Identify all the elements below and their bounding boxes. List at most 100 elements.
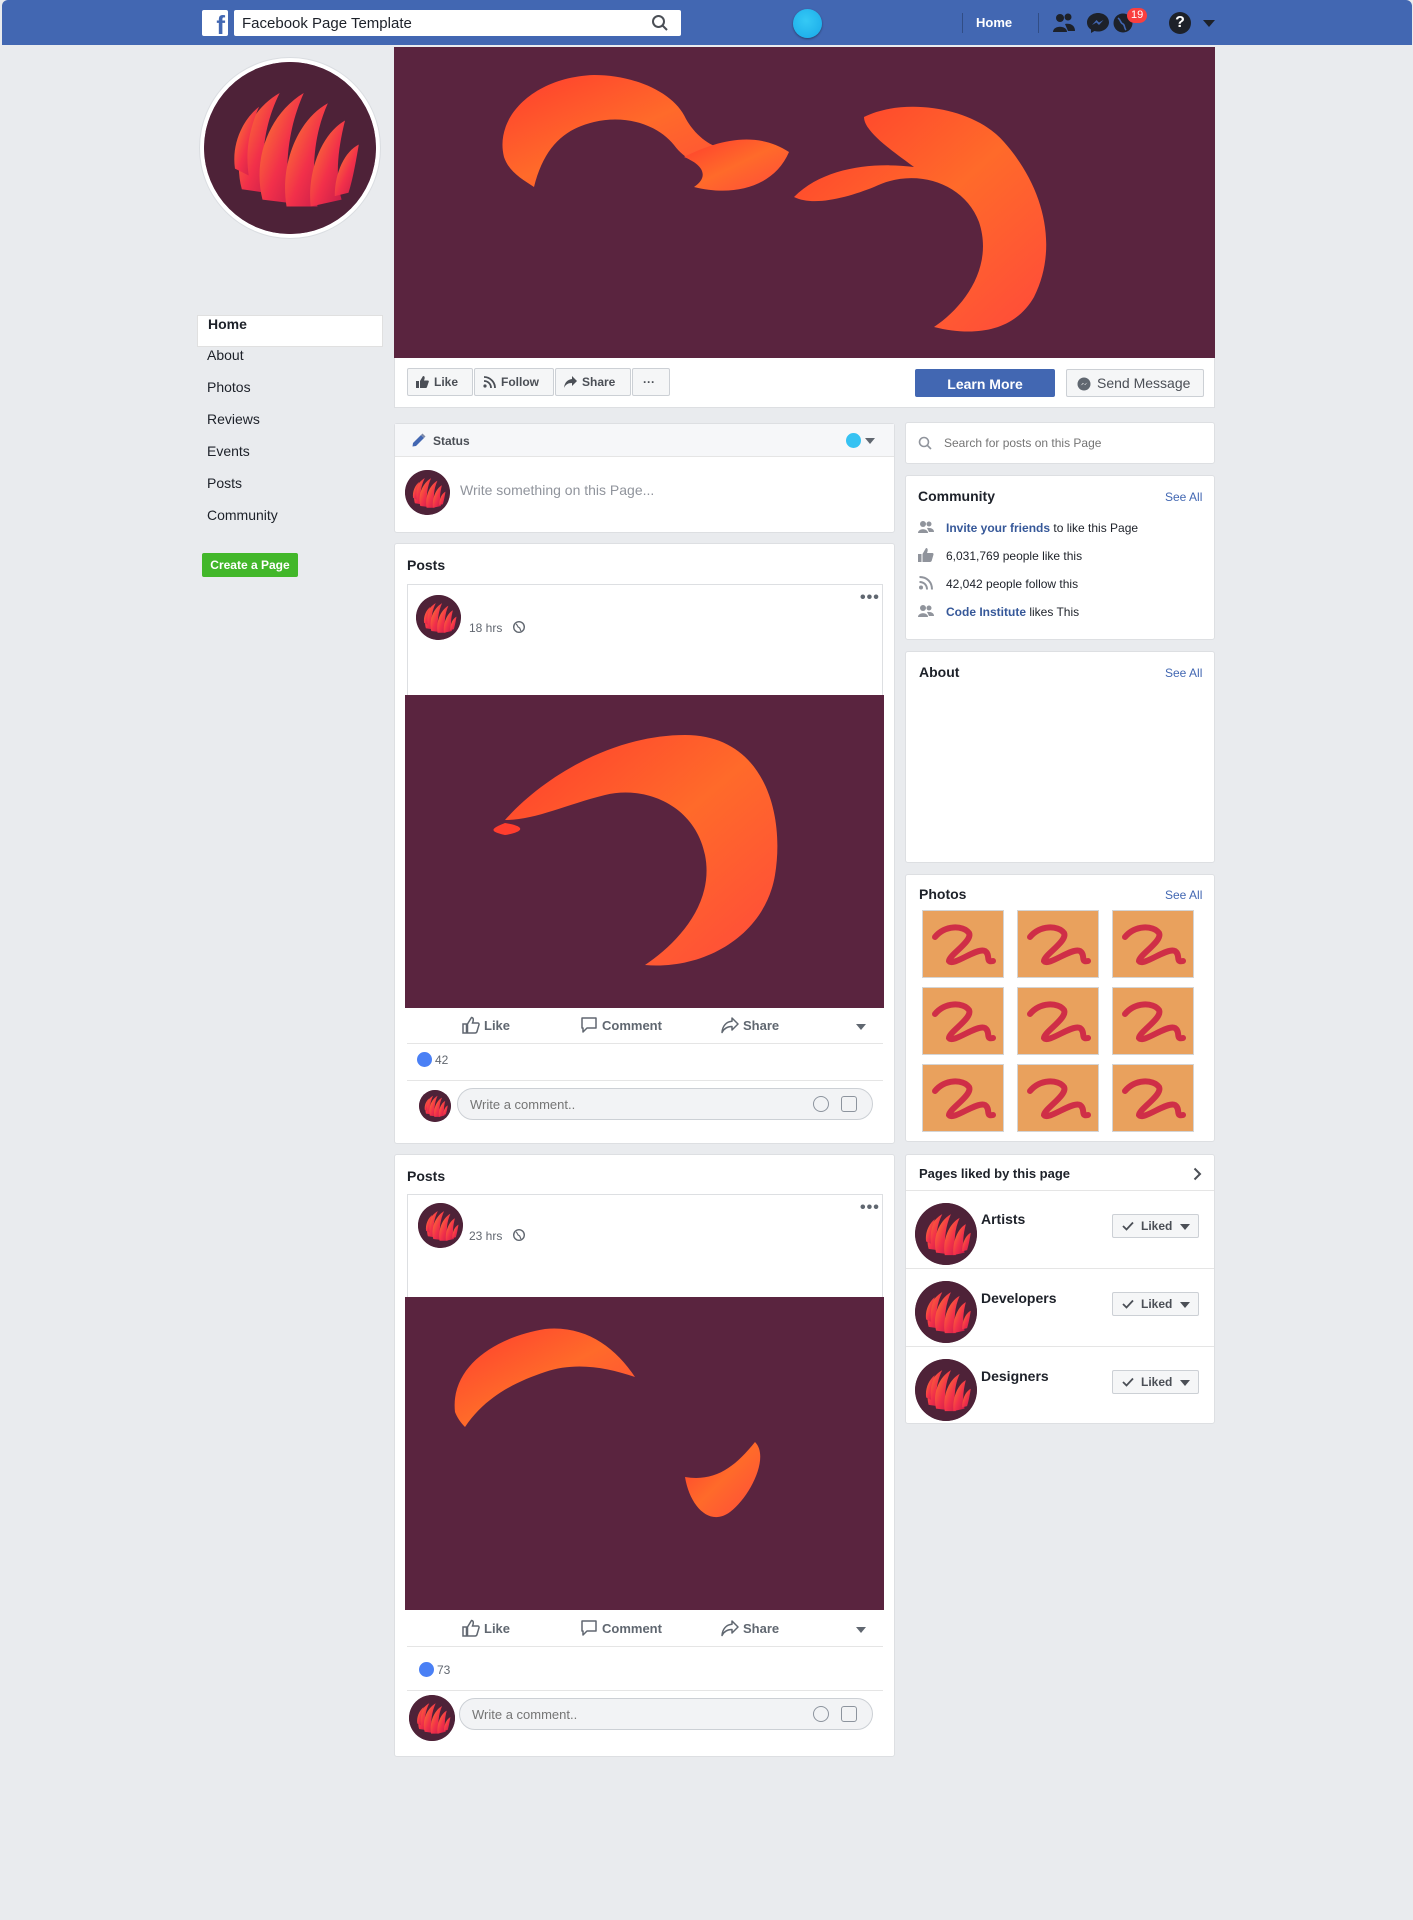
avatar[interactable]	[416, 595, 461, 640]
global-search-box[interactable]	[234, 10, 681, 36]
avatar[interactable]	[915, 1203, 977, 1265]
chevron-right-icon[interactable]	[1193, 1167, 1202, 1181]
community-see-all-link[interactable]: See All	[1165, 490, 1202, 504]
composer-placeholder[interactable]: Write something on this Page...	[460, 482, 654, 498]
sidebar-item-home[interactable]: Home	[197, 315, 383, 347]
page-followers-text: 42,042 people follow this	[946, 577, 1079, 591]
emoji-icon[interactable]	[813, 1096, 829, 1112]
share-options-caret-icon[interactable]	[856, 1627, 866, 1633]
photo-thumbnail[interactable]	[1112, 1064, 1194, 1132]
invite-friends-row: Invite your friends to like this Page	[918, 521, 1138, 535]
post-timestamp[interactable]: 18 hrs	[469, 621, 502, 635]
post-like-count[interactable]: 42	[417, 1052, 448, 1067]
page-profile-picture[interactable]	[200, 58, 380, 238]
cover-photo[interactable]	[394, 47, 1215, 358]
global-search-input[interactable]	[234, 10, 634, 36]
invite-friends-text: to like this Page	[1050, 521, 1139, 535]
sidebar-item-community[interactable]: Community	[197, 507, 383, 539]
photo-thumbnail[interactable]	[1017, 1064, 1099, 1132]
post-image[interactable]	[405, 695, 884, 1008]
audience-caret-icon[interactable]	[865, 438, 875, 444]
friend-requests-icon[interactable]	[1052, 12, 1076, 34]
photo-thumbnail[interactable]	[922, 987, 1004, 1055]
top-home-link[interactable]: Home	[976, 15, 1012, 30]
post-image[interactable]	[405, 1297, 884, 1610]
liked-dropdown-button[interactable]: Liked	[1112, 1292, 1199, 1316]
facebook-logo-icon[interactable]: f	[202, 10, 228, 38]
liked-page-name[interactable]: Designers	[981, 1368, 1049, 1384]
comment-box[interactable]	[457, 1088, 873, 1120]
thumbs-up-icon	[416, 376, 429, 388]
photos-see-all-link[interactable]: See All	[1165, 888, 1202, 902]
pages-liked-title: Pages liked by this page	[919, 1166, 1070, 1181]
comment-input[interactable]	[460, 1699, 790, 1729]
post-options-icon[interactable]: •••	[860, 1199, 880, 1217]
post-like-button[interactable]: Like	[462, 1619, 510, 1637]
code-institute-link[interactable]: Code Institute	[946, 605, 1026, 619]
avatar	[419, 1090, 451, 1122]
comment-bubble-icon	[581, 1017, 597, 1033]
post-comment-label: Comment	[602, 1621, 662, 1636]
post-card: Posts 23 hrs ••• Like Comment Share 73 W…	[394, 1154, 895, 1757]
emoji-icon[interactable]	[813, 1706, 829, 1722]
search-icon[interactable]	[651, 14, 669, 32]
avatar[interactable]	[915, 1359, 977, 1421]
send-message-button[interactable]: Send Message	[1066, 369, 1204, 397]
post-like-count[interactable]: 73	[419, 1662, 450, 1677]
post-share-button[interactable]: Share	[721, 1017, 779, 1034]
page-posts-search-input[interactable]	[944, 423, 1204, 463]
comment-input[interactable]	[458, 1089, 788, 1119]
account-menu-caret-icon[interactable]	[1203, 20, 1215, 27]
audience-selector-dot[interactable]	[846, 433, 861, 448]
liked-label: Liked	[1141, 1219, 1173, 1233]
avatar[interactable]	[915, 1281, 977, 1343]
photo-thumbnail[interactable]	[1112, 910, 1194, 978]
learn-more-button[interactable]: Learn More	[915, 369, 1055, 397]
sidebar-item-about[interactable]: About	[197, 347, 383, 379]
more-options-button[interactable]: ···	[632, 368, 670, 396]
sidebar-item-photos[interactable]: Photos	[197, 379, 383, 411]
photo-thumbnail[interactable]	[922, 910, 1004, 978]
status-tab-label[interactable]: Status	[433, 434, 470, 448]
page-posts-search[interactable]	[905, 422, 1215, 464]
share-options-caret-icon[interactable]	[856, 1024, 866, 1030]
post-comment-button[interactable]: Comment	[580, 1620, 662, 1636]
liked-caret-icon	[1180, 1380, 1190, 1386]
photo-thumbnail[interactable]	[1112, 987, 1194, 1055]
brush-orb-logo-icon	[405, 470, 450, 515]
page-like-button[interactable]: Like	[407, 368, 473, 396]
red-brush-stroke-image	[1018, 911, 1099, 978]
sidebar-item-events[interactable]: Events	[197, 443, 383, 475]
sticker-icon[interactable]	[841, 1096, 857, 1112]
liked-page-name[interactable]: Developers	[981, 1290, 1056, 1306]
about-title: About	[919, 664, 960, 680]
page-share-button[interactable]: Share	[555, 368, 631, 396]
liked-page-name[interactable]: Artists	[981, 1211, 1025, 1227]
comment-box[interactable]	[459, 1698, 873, 1730]
comment-bubble-icon	[581, 1620, 597, 1636]
sidebar-item-reviews[interactable]: Reviews	[197, 411, 383, 443]
create-page-button[interactable]: Create a Page	[202, 553, 298, 577]
post-like-button[interactable]: Like	[462, 1016, 510, 1034]
sticker-icon[interactable]	[841, 1706, 857, 1722]
post-share-button[interactable]: Share	[721, 1620, 779, 1637]
photo-thumbnail[interactable]	[922, 1064, 1004, 1132]
sidebar-item-posts[interactable]: Posts	[197, 475, 383, 507]
liked-dropdown-button[interactable]: Liked	[1112, 1214, 1199, 1238]
invite-friends-link[interactable]: Invite your friends	[946, 521, 1050, 535]
top-navigation-bar: f Home 19 ?	[2, 0, 1412, 45]
friends-icon	[918, 605, 934, 617]
post-timestamp[interactable]: 23 hrs	[469, 1229, 502, 1243]
help-icon[interactable]: ?	[1169, 12, 1191, 34]
like-reaction-icon	[417, 1052, 432, 1067]
photo-thumbnail[interactable]	[1017, 910, 1099, 978]
avatar[interactable]	[418, 1203, 463, 1248]
post-comment-button[interactable]: Comment	[580, 1017, 662, 1033]
post-options-icon[interactable]: •••	[860, 589, 880, 607]
photo-thumbnail[interactable]	[1017, 987, 1099, 1055]
about-see-all-link[interactable]: See All	[1165, 666, 1202, 680]
messenger-icon[interactable]	[1086, 12, 1110, 34]
page-likes-row: 6,031,769 people like this	[918, 548, 1082, 563]
follow-button[interactable]: Follow	[474, 368, 554, 396]
liked-dropdown-button[interactable]: Liked	[1112, 1370, 1199, 1394]
